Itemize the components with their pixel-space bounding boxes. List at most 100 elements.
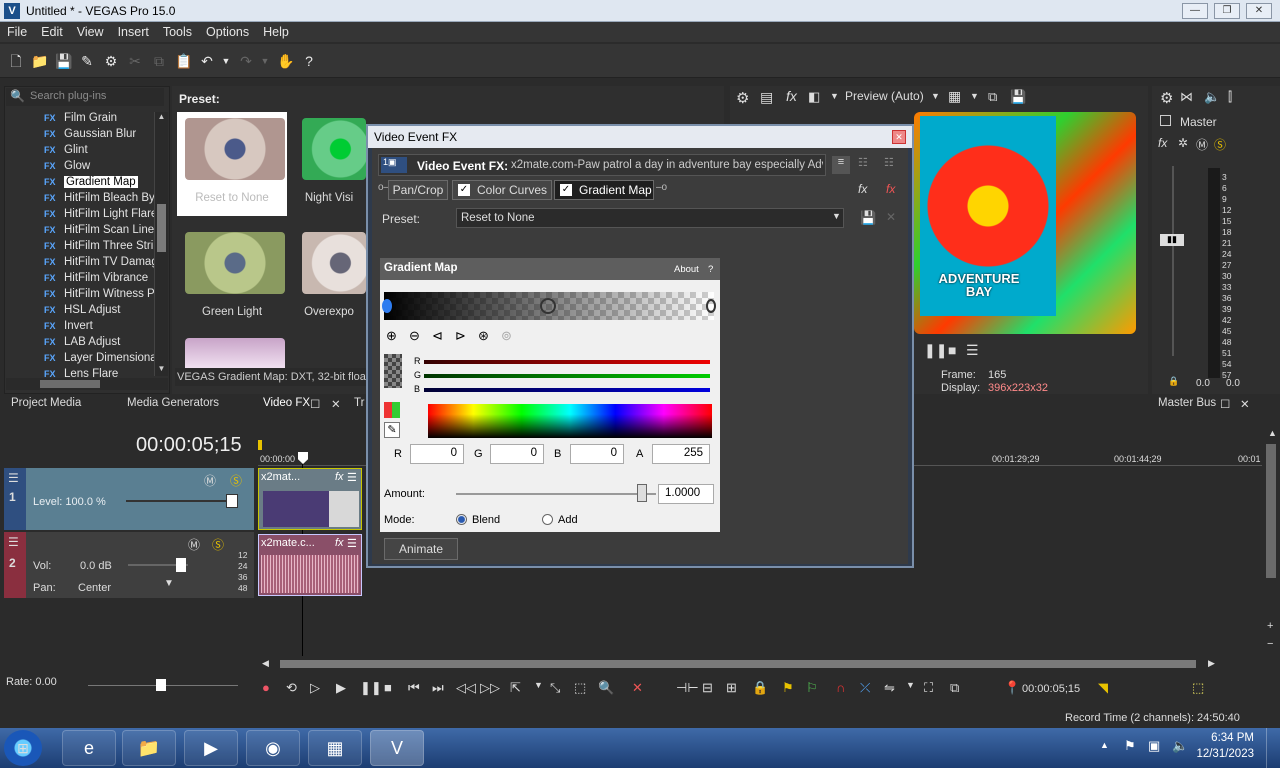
master-settings-gear-icon[interactable]: ⚙ [1160,89,1173,107]
remove-plugin-icon[interactable]: fx [886,182,895,196]
red-slider[interactable] [424,360,710,364]
redo-icon[interactable]: ↷ [238,53,254,69]
tab-project-media[interactable]: Project Media [11,397,81,409]
menu-help[interactable]: Help [256,22,296,39]
video-fx-icon[interactable]: fx [786,88,797,104]
properties-gear-icon[interactable]: ⚙ [103,53,119,69]
mute-icon[interactable]: Ⓜ [1196,136,1208,153]
plugin-list-hscrollbar[interactable] [6,378,168,390]
mixer-sliders-icon[interactable]: ⫿ [1228,89,1232,105]
loop-region-marker[interactable] [258,440,262,450]
track-handle[interactable]: ☰ 2 [4,532,26,598]
stop-icon[interactable]: ■ [384,680,392,695]
lock-envelopes-icon[interactable]: ⛶ [924,680,933,696]
zoom-in-icon[interactable]: + [1267,620,1273,632]
previous-frame-icon[interactable]: ◁◁ [456,680,476,696]
color-curves-checkbox[interactable]: ✓ [458,184,470,196]
help-link[interactable]: ? [708,264,713,275]
loop-icon[interactable]: ⟲ [286,680,297,696]
tray-action-center-icon[interactable]: ⚑ [1124,738,1136,754]
master-fader-handle[interactable]: ▮▮ [1160,234,1184,246]
overlays-grid-icon[interactable]: ▦ [948,88,961,105]
close-tab-icon[interactable]: ✕ [331,397,341,411]
gradient-stop-mid[interactable] [540,298,556,314]
close-tab-icon[interactable]: ✕ [1240,397,1250,411]
plugin-item[interactable]: FX HitFilm Bleach Byp [44,192,154,208]
pan-handle[interactable]: ▼ [164,578,174,589]
save-preset-icon[interactable]: 💾 [860,210,876,226]
record-icon[interactable]: ● [262,680,270,695]
menu-edit[interactable]: Edit [34,22,70,39]
copy-icon[interactable]: ⧉ [151,53,167,69]
amount-slider-track[interactable] [456,493,656,495]
track-menu-icon[interactable]: ☰ [8,471,19,485]
undock-icon[interactable]: ☐ [1220,397,1230,411]
solo-icon[interactable]: Ⓢ [212,536,224,553]
plugin-chain-icon[interactable]: fx [858,182,867,196]
overlays-dropdown-icon[interactable]: ▼ [970,91,979,101]
blue-slider[interactable] [424,388,710,392]
level-slider-track[interactable] [126,500,236,502]
tray-network-icon[interactable]: ▣ [1148,738,1160,754]
open-folder-icon[interactable]: 📁 [31,53,48,69]
next-frame-icon[interactable]: ▷▷ [480,680,500,696]
preset-thumb-green-light[interactable]: Green Light [177,226,287,330]
zoom-out-icon[interactable]: − [1267,638,1273,650]
preset-dropdown[interactable]: Reset to None [456,208,844,228]
lock-icon[interactable]: 🔒 [752,680,768,696]
track-menu-icon[interactable]: ☰ [8,535,19,549]
preview-settings-gear-icon[interactable]: ⚙ [736,89,749,107]
preset-thumb-reset[interactable]: Reset to None [177,112,287,216]
remove-stop-icon[interactable]: ⊖ [409,328,420,344]
clock-date[interactable]: 12/31/2023 [1190,748,1254,760]
normal-edit-tool-icon[interactable]: ⇱ [510,680,521,696]
solo-icon[interactable]: Ⓢ [230,472,242,489]
preset-thumb-partial[interactable] [185,338,285,368]
redo-dropdown-icon[interactable]: ▼ [257,53,273,69]
search-plugins-input[interactable]: Search plug-ins [6,88,164,106]
downmix-icon[interactable]: ⋈ [1180,89,1193,105]
b-field[interactable]: 0 [570,444,624,464]
clip-fx-icon[interactable]: fx [335,537,344,549]
stop-icon[interactable]: ■ [948,342,956,358]
maximize-button[interactable]: ❐ [1214,3,1240,19]
go-to-end-icon[interactable]: ⏭ [432,680,444,696]
plugin-item[interactable]: FX HitFilm Scan Lines [44,224,154,240]
save-snapshot-icon[interactable]: 💾 [1010,89,1026,105]
pause-icon[interactable]: ❚❚ [360,680,382,696]
auto-ripple-icon[interactable]: ⇋ [884,680,895,696]
ignore-grouping-icon[interactable]: ⊞ [726,680,737,696]
gradient-stop-end[interactable] [706,299,716,313]
plugin-item[interactable]: FX Glint [44,144,154,160]
plugin-item[interactable]: FX LAB Adjust [44,336,154,352]
delete-preset-icon[interactable]: ✕ [886,210,896,224]
audio-track-header[interactable]: ☰ 2 Ⓜ Ⓢ Vol: 0.0 dB Pan: Center ▼ 12 24 36… [4,532,254,598]
scroll-right-icon[interactable]: ▶ [1208,658,1215,669]
tab-master-bus[interactable]: Master Bus [1158,397,1216,409]
plugin-item[interactable]: FX HitFilm Vibrance [44,272,154,288]
color-spectrum-picker[interactable] [428,404,712,438]
undo-icon[interactable]: ↶ [199,53,215,69]
reverse-stops-icon[interactable]: ⊚ [501,328,512,344]
media-player-icon[interactable]: ▶ [184,730,238,766]
ripple-dropdown-icon[interactable]: ▼ [906,680,915,690]
preview-menu-icon[interactable]: ☰ [966,342,979,359]
clip-menu-icon[interactable]: ☰ [347,537,357,550]
undock-icon[interactable]: ☐ [310,397,320,411]
selection-tool-icon[interactable]: ⬚ [574,680,586,696]
marker-icon[interactable]: ⚑ [782,680,794,696]
distribute-stops-icon[interactable]: ⊛ [478,328,489,344]
compact-view-icon[interactable]: ☷ [858,156,868,169]
winrar-icon[interactable]: ▦ [308,730,362,766]
blend-radio[interactable] [456,514,467,525]
level-slider-handle[interactable] [226,494,238,508]
time-selection-icon[interactable]: ⬚ [1192,680,1204,696]
mute-icon[interactable]: Ⓜ [204,472,216,489]
plugin-list-scrollbar[interactable]: ▲ ▼ [154,112,168,376]
playhead-marker[interactable] [298,452,308,464]
master-checkbox[interactable] [1160,115,1171,126]
master-gear-icon[interactable]: ✲ [1178,136,1188,150]
go-to-start-icon[interactable]: ⏮ [408,680,420,696]
g-field[interactable]: 0 [490,444,544,464]
scroll-up-icon[interactable]: ▲ [1268,428,1277,438]
